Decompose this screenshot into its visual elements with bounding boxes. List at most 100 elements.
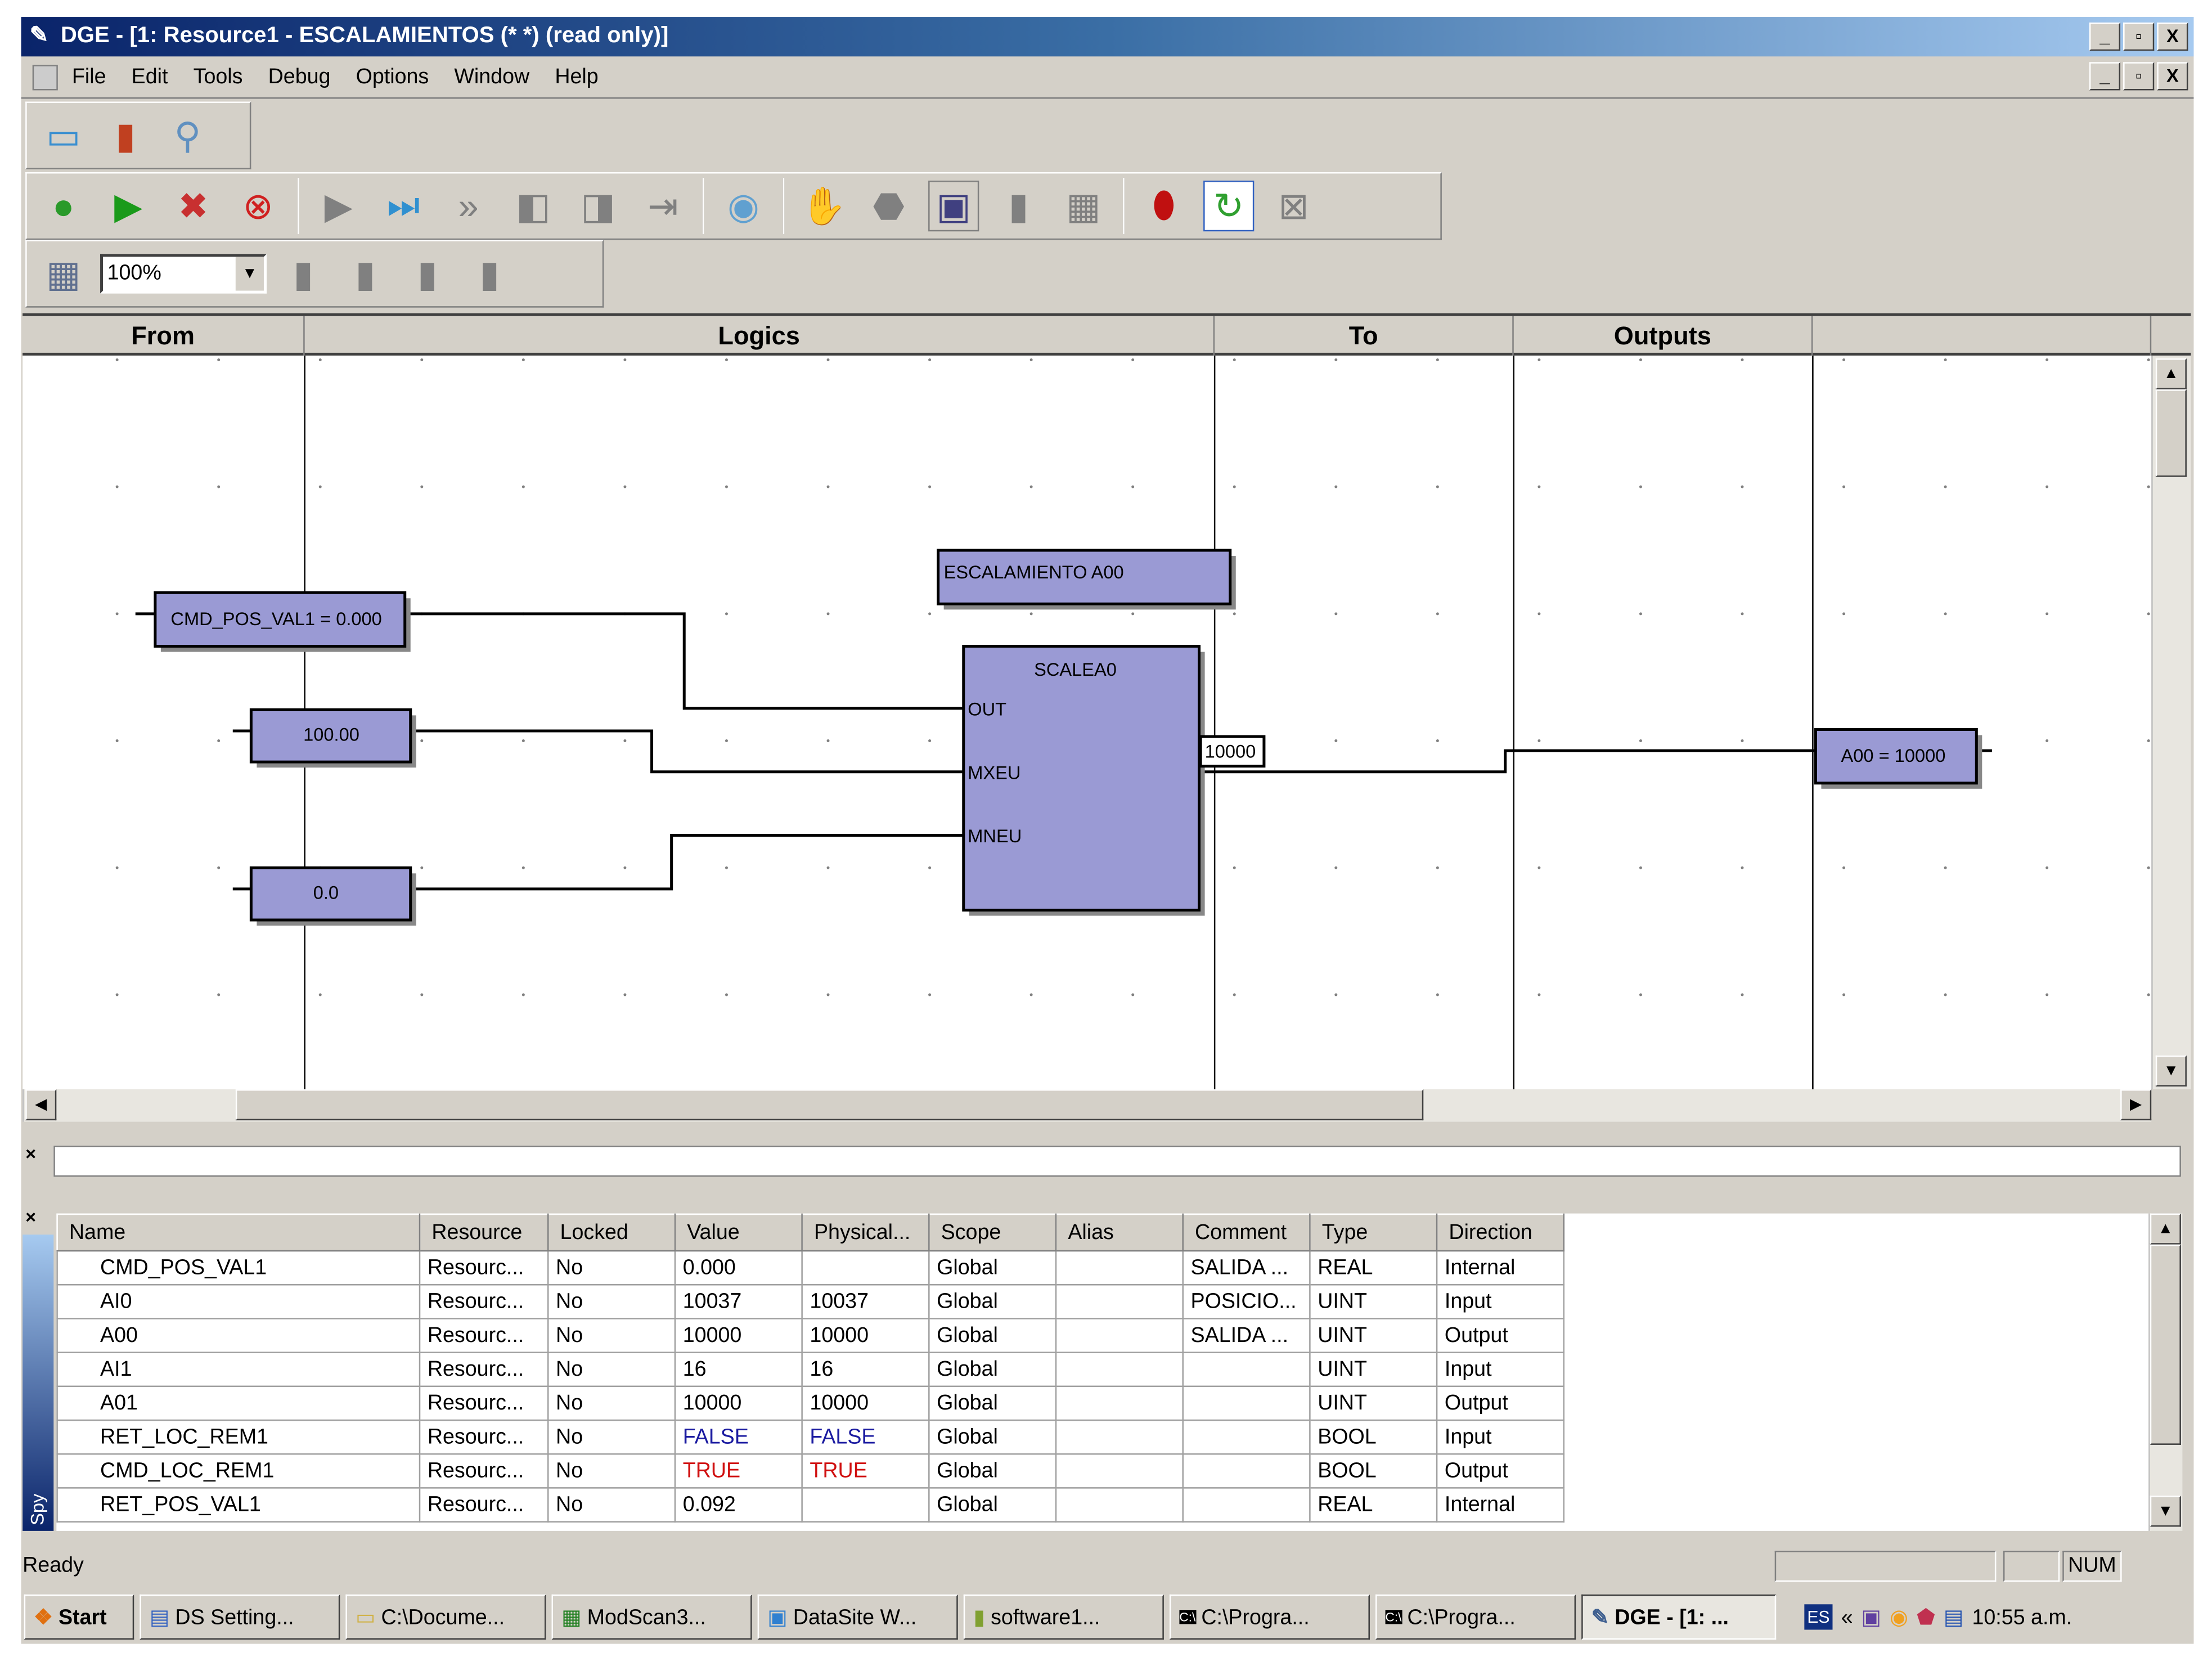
toolbar-debug: ● ▶ ✖ ⊗ ▶ ⏭ » ◧ ◨ ⇥ ◉ ✋ ⬣ ▣ ▮ ▦ ⬮ ↻ ⊠ [25,172,1442,240]
column-header[interactable]: Locked [547,1213,676,1252]
scroll-right-button[interactable]: ▶ [2120,1089,2152,1121]
column-header[interactable]: Comment [1182,1213,1311,1252]
menu-debug[interactable]: Debug [268,65,331,89]
taskbar-item[interactable]: ▤ DS Setting... [140,1594,340,1640]
chevron-down-icon[interactable]: ▼ [235,257,264,291]
start-all-icon[interactable]: ● [38,181,89,231]
page-icon[interactable]: ▮ [402,248,453,299]
table-row[interactable]: CMD_LOC_REM1 Resourc... No TRUE TRUE Global BO… [56,1453,1565,1489]
table-row[interactable]: RET_POS_VAL1 Resourc... No 0.092 Global REAL I… [56,1487,1565,1523]
language-indicator[interactable]: ES [1804,1604,1833,1630]
traffic-light-icon[interactable]: ⬮ [1139,181,1189,231]
calculator-icon[interactable]: ▦ [38,248,89,299]
close-output-icon[interactable]: × [25,1143,36,1164]
grid-dot [115,612,119,616]
monitor-icon[interactable]: ▤ [1944,1604,1964,1630]
hand-icon[interactable]: ✋ [798,181,849,231]
fit-icon[interactable]: ⊠ [1268,181,1319,231]
table-row[interactable]: AI1 Resourc... No 16 16 Global UINT Input [56,1352,1565,1388]
menu-window[interactable]: Window [454,65,529,89]
grid-icon[interactable]: ▦ [1058,181,1109,231]
scroll-up-button[interactable]: ▲ [2155,358,2187,390]
cycle-icon[interactable]: ▣ [928,180,979,232]
column-header[interactable]: Resource [419,1213,549,1252]
table-row[interactable]: CMD_POS_VAL1 Resourc... No 0.000 Global SALID… [56,1250,1565,1286]
hscroll-thumb[interactable] [235,1089,1424,1121]
taskbar-item-active[interactable]: ✎ DGE - [1: ... [1581,1594,1777,1640]
antivirus-icon[interactable]: ◉ [1890,1604,1908,1630]
start-icon[interactable]: ▶ [103,181,154,231]
start-button[interactable]: ❖ Start [24,1594,134,1640]
breakpoint-icon[interactable]: ▮ [993,181,1044,231]
column-header[interactable]: Direction [1436,1213,1565,1252]
scroll-thumb[interactable] [2155,389,2187,477]
child-minimize-button[interactable]: _ [2089,62,2121,91]
taskbar-item[interactable]: C:\ C:\Progra... [1375,1594,1576,1640]
mxeu-const-label: 100.00 [303,724,359,745]
table-row[interactable]: RET_LOC_REM1 Resourc... No FALSE FALSE Global… [56,1419,1565,1455]
table-row[interactable]: A01 Resourc... No 10000 10000 Global UINT Outpu… [56,1385,1565,1421]
fbd-diagram-canvas[interactable]: CMD_POS_VAL1 = 0.000 100.00 0.0 ESCALAMI… [23,355,2152,1089]
document-icon[interactable] [32,65,58,91]
stop-icon[interactable]: ⊗ [233,181,284,231]
spy-panel-tab[interactable]: Spy [23,1234,54,1531]
globe-icon[interactable]: ◉ [718,181,768,231]
column-header[interactable]: Name [56,1213,421,1252]
taskbar-item[interactable]: ▦ ModScan3... [551,1594,752,1640]
spy-vertical-scrollbar[interactable]: ▲ ▼ [2148,1213,2183,1531]
close-spy-icon[interactable]: × [25,1206,36,1228]
page-icon[interactable]: ▮ [464,248,515,299]
open-project-icon[interactable]: ▭ [38,110,89,161]
table-cell [1055,1453,1184,1489]
horizontal-scrollbar[interactable]: ◀ ▶ [23,1089,2152,1122]
zoom-select[interactable]: 100% ▼ [100,254,267,294]
column-header[interactable]: Type [1309,1213,1438,1252]
close-button[interactable]: X [2157,23,2188,51]
table-cell: TRUE [674,1453,803,1489]
child-close-button[interactable]: X [2157,62,2188,91]
table-row[interactable]: AI0 Resourc... No 10037 10037 Global POSICIO..… [56,1284,1565,1319]
step-out-icon[interactable]: ⇥ [637,181,688,231]
lock-icon[interactable]: ⬣ [864,181,914,231]
column-header[interactable]: Alias [1055,1213,1184,1252]
column-header[interactable]: Physical... [801,1213,930,1252]
taskbar-item[interactable]: ▮ software1... [963,1594,1164,1640]
table-row[interactable]: A00 Resourc... No 10000 10000 Global SALIDA ..… [56,1318,1565,1353]
spy-scroll-up-button[interactable]: ▲ [2150,1213,2181,1245]
step-over-icon[interactable]: ◨ [573,181,623,231]
menu-file[interactable]: File [72,65,106,89]
shield-icon[interactable]: ⬟ [1917,1604,1935,1630]
vertical-scrollbar[interactable]: ▲ ▼ [2151,355,2191,1089]
refresh-icon[interactable]: ↻ [1203,180,1255,232]
expand-tray-icon[interactable]: « [1841,1605,1853,1629]
minimize-button[interactable]: _ [2089,23,2121,51]
step-into-icon[interactable]: ◧ [508,181,559,231]
menu-edit[interactable]: Edit [132,65,168,89]
run-icon[interactable]: ▶ [313,181,364,231]
page-icon[interactable]: ▮ [278,248,329,299]
stop-all-icon[interactable]: ✖ [168,181,218,231]
scroll-left-button[interactable]: ◀ [25,1089,57,1121]
taskbar-item[interactable]: ▭ C:\Docume... [345,1594,546,1640]
menu-help[interactable]: Help [555,65,598,89]
menu-options[interactable]: Options [356,65,429,89]
search-icon[interactable]: ⚲ [162,110,213,161]
child-restore-button[interactable]: ▫ [2123,62,2155,91]
step-icon[interactable]: ⏭ [378,181,429,231]
grid-dot [420,485,424,488]
column-header[interactable]: Scope [928,1213,1057,1252]
library-icon[interactable]: ▮ [100,110,151,161]
output-input[interactable] [53,1146,2181,1177]
fb-name: SCALEA0 [1034,659,1117,680]
spy-scroll-thumb[interactable] [2150,1244,2181,1445]
taskbar-item[interactable]: C:\ C:\Progra... [1169,1594,1370,1640]
spy-scroll-down-button[interactable]: ▼ [2150,1496,2181,1527]
column-header[interactable]: Value [674,1213,803,1252]
fast-forward-icon[interactable]: » [443,181,493,231]
taskbar-item[interactable]: ▣ DataSite W... [757,1594,958,1640]
menu-tools[interactable]: Tools [194,65,243,89]
page-icon[interactable]: ▮ [340,248,390,299]
scroll-down-button[interactable]: ▼ [2155,1055,2187,1087]
network-icon[interactable]: ▣ [1862,1604,1882,1630]
restore-button[interactable]: ▫ [2123,23,2155,51]
